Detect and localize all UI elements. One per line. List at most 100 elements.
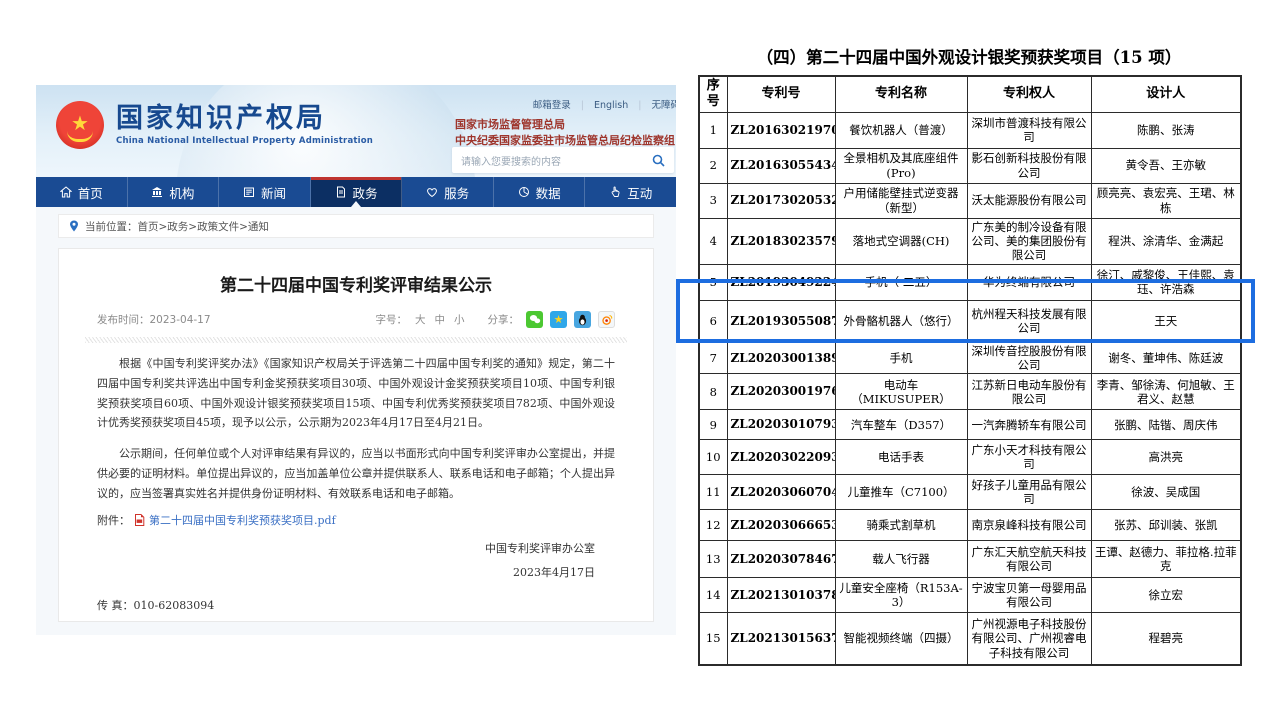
designer: 徐汀、戚黎俊、王佳熙、袁珏、许浩森 <box>1091 264 1241 300</box>
patent-owner: 广东小天才科技有限公司 <box>967 440 1091 475</box>
national-emblem-icon: ★ <box>56 101 104 149</box>
patent-no: ZL202030107932.2 <box>727 410 835 440</box>
cnipa-website-panel: ★ 国家知识产权局 China National Intellectual Pr… <box>36 85 676 635</box>
patent-owner: 杭州程天科技发展有限公司 <box>967 300 1091 342</box>
hand-pointer-icon <box>609 186 621 198</box>
patent-name: 载人飞行器 <box>835 541 967 578</box>
table-row: 15ZL202130156378.1智能视频终端（四摄）广州视源电子科技股份有限… <box>699 613 1241 665</box>
attachment-label: 附件： <box>97 512 130 528</box>
patent-owner: 沃太能源股份有限公司 <box>967 183 1091 218</box>
header-top-links: 邮箱登录 | English | 无障碍 <box>523 97 676 111</box>
table-row: 14ZL202130103785.6儿童安全座椅（R153A-3）宁波宝贝第一母… <box>699 578 1241 613</box>
designer: 徐波、吴成国 <box>1091 475 1241 510</box>
row-index: 9 <box>699 410 727 440</box>
qzone-share-icon[interactable]: ★ <box>550 311 567 328</box>
attachment-link[interactable]: 第二十四届中国专利奖预获奖项目.pdf <box>149 512 336 528</box>
designer: 程洪、涂清华、金满起 <box>1091 218 1241 264</box>
designer: 陈鹏、张涛 <box>1091 112 1241 148</box>
patent-name: 汽车整车（D357） <box>835 410 967 440</box>
breadcrumb: 当前位置：首页>政务>政策文件>通知 <box>58 214 654 238</box>
heart-service-icon <box>426 186 438 198</box>
table-row: 4ZL201830235797.2落地式空调器(CH)广东美的制冷设备有限公司、… <box>699 218 1241 264</box>
patent-name: 智能视频终端（四摄） <box>835 613 967 665</box>
patent-owner: 南京泉峰科技有限公司 <box>967 510 1091 541</box>
wechat-share-icon[interactable] <box>526 311 543 328</box>
patent-name: 户用储能壁挂式逆变器（新型） <box>835 183 967 218</box>
table-row: 12ZL202030666536.3骑乘式割草机南京泉峰科技有限公司张苏、邱训装… <box>699 510 1241 541</box>
table-row: 10ZL202030220936.1电话手表广东小天才科技有限公司高洪亮 <box>699 440 1241 475</box>
search-icon[interactable] <box>652 154 665 167</box>
designer: 顾亮亮、袁宏亮、王珺、林栋 <box>1091 183 1241 218</box>
col-header-patent-name: 专利名称 <box>835 76 967 112</box>
font-size-small[interactable]: 小 <box>454 312 465 327</box>
designer: 徐立宏 <box>1091 578 1241 613</box>
col-header-patentee: 专利权人 <box>967 76 1091 112</box>
patent-no: ZL201930492241.6 <box>727 264 835 300</box>
patent-owner: 宁波宝贝第一母婴用品有限公司 <box>967 578 1091 613</box>
signoff-org: 中国专利奖评审办公室 <box>59 537 595 561</box>
patent-owner: 影石创新科技股份有限公司 <box>967 148 1091 183</box>
nav-label: 首页 <box>78 183 103 202</box>
patent-award-table: 序号 专利号 专利名称 专利权人 设计人 1ZL201630219701.4餐饮… <box>698 75 1242 666</box>
link-divider: | <box>638 100 641 111</box>
col-header-index: 序号 <box>699 76 727 112</box>
nav-tab-agency[interactable]: 机构 <box>128 177 220 207</box>
designer: 高洪亮 <box>1091 440 1241 475</box>
patent-name: 儿童推车（C7100） <box>835 475 967 510</box>
patent-owner: 广东美的制冷设备有限公司、美的集团股份有限公司 <box>967 218 1091 264</box>
nav-tab-home[interactable]: 首页 <box>36 177 128 207</box>
patent-no: ZL202030784672.2 <box>727 541 835 578</box>
site-logo[interactable]: ★ 国家知识产权局 China National Intellectual Pr… <box>56 101 373 149</box>
row-index: 2 <box>699 148 727 183</box>
weibo-share-icon[interactable] <box>598 311 615 328</box>
pie-chart-icon <box>518 186 530 198</box>
patent-owner: 深圳市普渡科技有限公司 <box>967 112 1091 148</box>
mail-login-link[interactable]: 邮箱登录 <box>533 100 571 111</box>
table-row: 3ZL201730205329.6户用储能壁挂式逆变器（新型）沃太能源股份有限公… <box>699 183 1241 218</box>
link-divider: | <box>581 100 584 111</box>
nav-tab-data[interactable]: 数据 <box>494 177 586 207</box>
site-header: ★ 国家知识产权局 China National Intellectual Pr… <box>36 85 676 177</box>
home-icon <box>60 186 72 198</box>
patent-no: ZL201730205329.6 <box>727 183 835 218</box>
designer: 张苏、邱训装、张凯 <box>1091 510 1241 541</box>
nav-tab-news[interactable]: 新闻 <box>219 177 311 207</box>
patent-no: ZL202030019768.X <box>727 374 835 410</box>
font-size-medium[interactable]: 中 <box>435 312 446 327</box>
table-row: 7ZL202030013898.2手机深圳传音控股股份有限公司谢冬、董坤伟、陈廷… <box>699 342 1241 374</box>
patent-name: 外骨骼机器人（悠行） <box>835 300 967 342</box>
newspaper-icon <box>243 186 255 198</box>
row-index: 15 <box>699 613 727 665</box>
search-input[interactable]: 请输入您要搜索的内容 <box>452 147 674 173</box>
table-row: 13ZL202030784672.2载人飞行器广东汇天航空航天科技有限公司王谭、… <box>699 541 1241 578</box>
patent-no: ZL202030607040.9 <box>727 475 835 510</box>
english-link[interactable]: English <box>594 100 628 111</box>
font-size-label: 字号： <box>376 312 408 327</box>
breadcrumb-text[interactable]: 当前位置：首页>政务>政策文件>通知 <box>85 219 269 234</box>
row-index: 8 <box>699 374 727 410</box>
patent-owner: 好孩子儿童用品有限公司 <box>967 475 1091 510</box>
font-size-large[interactable]: 大 <box>415 312 426 327</box>
nav-label: 互动 <box>627 183 652 202</box>
col-header-patent-no: 专利号 <box>727 76 835 112</box>
nav-label: 政务 <box>353 183 378 202</box>
nav-label: 服务 <box>444 183 469 202</box>
nav-tab-interaction[interactable]: 互动 <box>585 177 676 207</box>
patent-no: ZL202030666536.3 <box>727 510 835 541</box>
nav-tab-services[interactable]: 服务 <box>402 177 494 207</box>
patent-no: ZL202130103785.6 <box>727 578 835 613</box>
site-title: 国家知识产权局 <box>116 104 373 134</box>
accessibility-link[interactable]: 无障碍 <box>651 100 676 111</box>
nav-tab-government-affairs[interactable]: 政务 <box>311 177 403 207</box>
qq-share-icon[interactable] <box>574 311 591 328</box>
designer: 李青、邹徐涛、何旭敏、王君义、赵慧 <box>1091 374 1241 410</box>
row-index: 14 <box>699 578 727 613</box>
table-row: 5ZL201930492241.6手机（ 二五）华为终端有限公司徐汀、戚黎俊、王… <box>699 264 1241 300</box>
share-label: 分享： <box>488 312 520 327</box>
bank-icon <box>151 186 163 198</box>
designer: 谢冬、董坤伟、陈廷波 <box>1091 342 1241 374</box>
col-header-designer: 设计人 <box>1091 76 1241 112</box>
supervision-link-1[interactable]: 国家市场监督管理总局 <box>455 117 675 133</box>
patent-name: 儿童安全座椅（R153A-3） <box>835 578 967 613</box>
patent-name: 手机（ 二五） <box>835 264 967 300</box>
